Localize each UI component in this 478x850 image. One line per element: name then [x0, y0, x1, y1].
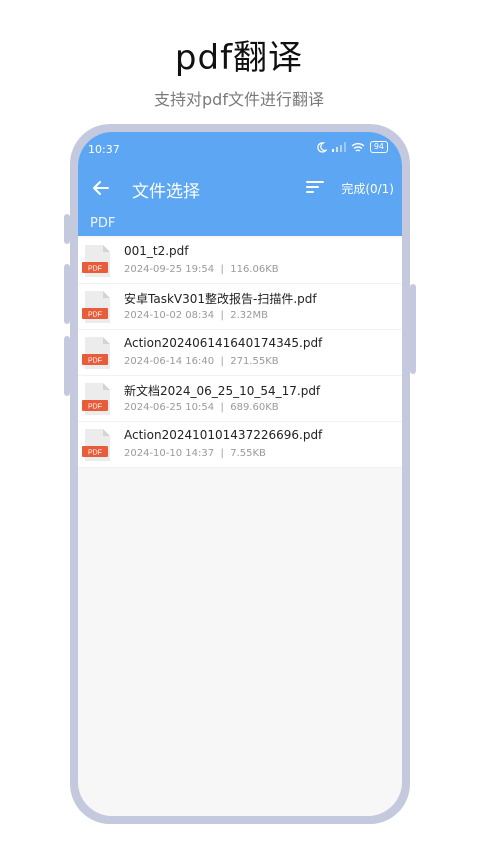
phone-frame: 10:37 94 文件选择 完成(0/1) PDF PDF 001_t2.pdf…	[64, 124, 416, 824]
toolbar: 文件选择 完成(0/1)	[78, 166, 402, 210]
pdf-file-icon: PDF	[82, 429, 110, 461]
pdf-file-icon: PDF	[82, 337, 110, 369]
wifi-icon	[351, 142, 365, 152]
svg-text:PDF: PDF	[88, 358, 102, 365]
sort-button[interactable]	[304, 176, 328, 200]
file-size: 116.06KB	[230, 264, 279, 275]
status-bar: 10:37 94	[78, 132, 402, 166]
file-date: 2024-10-10 14:37	[124, 448, 215, 459]
back-button[interactable]	[86, 173, 116, 203]
phone-volume-down	[64, 336, 70, 396]
pdf-file-icon: PDF	[82, 245, 110, 277]
toolbar-title: 文件选择	[132, 182, 200, 202]
file-name: 001_t2.pdf	[124, 244, 189, 258]
done-button[interactable]: 完成(0/1)	[341, 180, 394, 197]
svg-text:PDF: PDF	[88, 266, 102, 273]
file-name: 安卓TaskV301整改报告-扫描件.pdf	[124, 292, 317, 306]
battery-indicator: 94	[369, 141, 388, 153]
file-name: 新文档2024_06_25_10_54_17.pdf	[124, 384, 321, 398]
promo-subtitle: 支持对pdf文件进行翻译	[154, 90, 324, 109]
promo-title: pdf翻译	[174, 38, 304, 78]
phone-side-button	[64, 214, 70, 244]
file-name: Action202406141640174345.pdf	[124, 336, 323, 350]
status-icons: 94	[316, 141, 388, 153]
file-row[interactable]: PDF 新文档2024_06_25_10_54_17.pdf 2024-06-2…	[78, 376, 402, 422]
file-list: PDF 001_t2.pdf 2024-09-25 19:54 | 116.06…	[78, 238, 402, 468]
file-date: 2024-06-25 10:54	[124, 402, 215, 413]
file-row[interactable]: PDF Action202406141640174345.pdf 2024-06…	[78, 330, 402, 376]
file-meta: 2024-09-25 19:54 | 116.06KB	[124, 264, 279, 275]
file-date: 2024-09-25 19:54	[124, 264, 215, 275]
phone-power-button	[410, 284, 416, 374]
phone-volume-up	[64, 264, 70, 324]
pdf-file-icon: PDF	[82, 291, 110, 323]
pdf-file-icon: PDF	[82, 383, 110, 415]
arrow-left-icon	[93, 181, 109, 195]
signal-icon	[331, 142, 346, 152]
moon-icon	[317, 141, 327, 153]
status-time: 10:37	[88, 143, 120, 156]
app-screen: 10:37 94 文件选择 完成(0/1) PDF PDF 001_t2.pdf…	[78, 132, 402, 816]
file-date: 2024-10-02 08:34	[124, 310, 215, 321]
file-meta: 2024-06-25 10:54 | 689.60KB	[124, 402, 279, 413]
file-meta: 2024-10-02 08:34 | 2.32MB	[124, 310, 268, 321]
file-size: 2.32MB	[230, 310, 268, 321]
svg-text:PDF: PDF	[88, 404, 102, 411]
svg-text:PDF: PDF	[88, 312, 102, 319]
file-size: 7.55KB	[230, 448, 266, 459]
file-size: 689.60KB	[230, 402, 279, 413]
svg-text:PDF: PDF	[88, 450, 102, 457]
breadcrumb[interactable]: PDF	[90, 216, 115, 231]
file-name: Action202410101437226696.pdf	[124, 428, 323, 442]
file-meta: 2024-10-10 14:37 | 7.55KB	[124, 448, 266, 459]
file-row[interactable]: PDF Action202410101437226696.pdf 2024-10…	[78, 422, 402, 468]
file-date: 2024-06-14 16:40	[124, 356, 215, 367]
file-row[interactable]: PDF 安卓TaskV301整改报告-扫描件.pdf 2024-10-02 08…	[78, 284, 402, 330]
file-size: 271.55KB	[230, 356, 279, 367]
file-row[interactable]: PDF 001_t2.pdf 2024-09-25 19:54 | 116.06…	[78, 238, 402, 284]
app-bar: 10:37 94 文件选择 完成(0/1) PDF	[78, 132, 402, 236]
sort-icon	[306, 181, 324, 193]
file-meta: 2024-06-14 16:40 | 271.55KB	[124, 356, 279, 367]
